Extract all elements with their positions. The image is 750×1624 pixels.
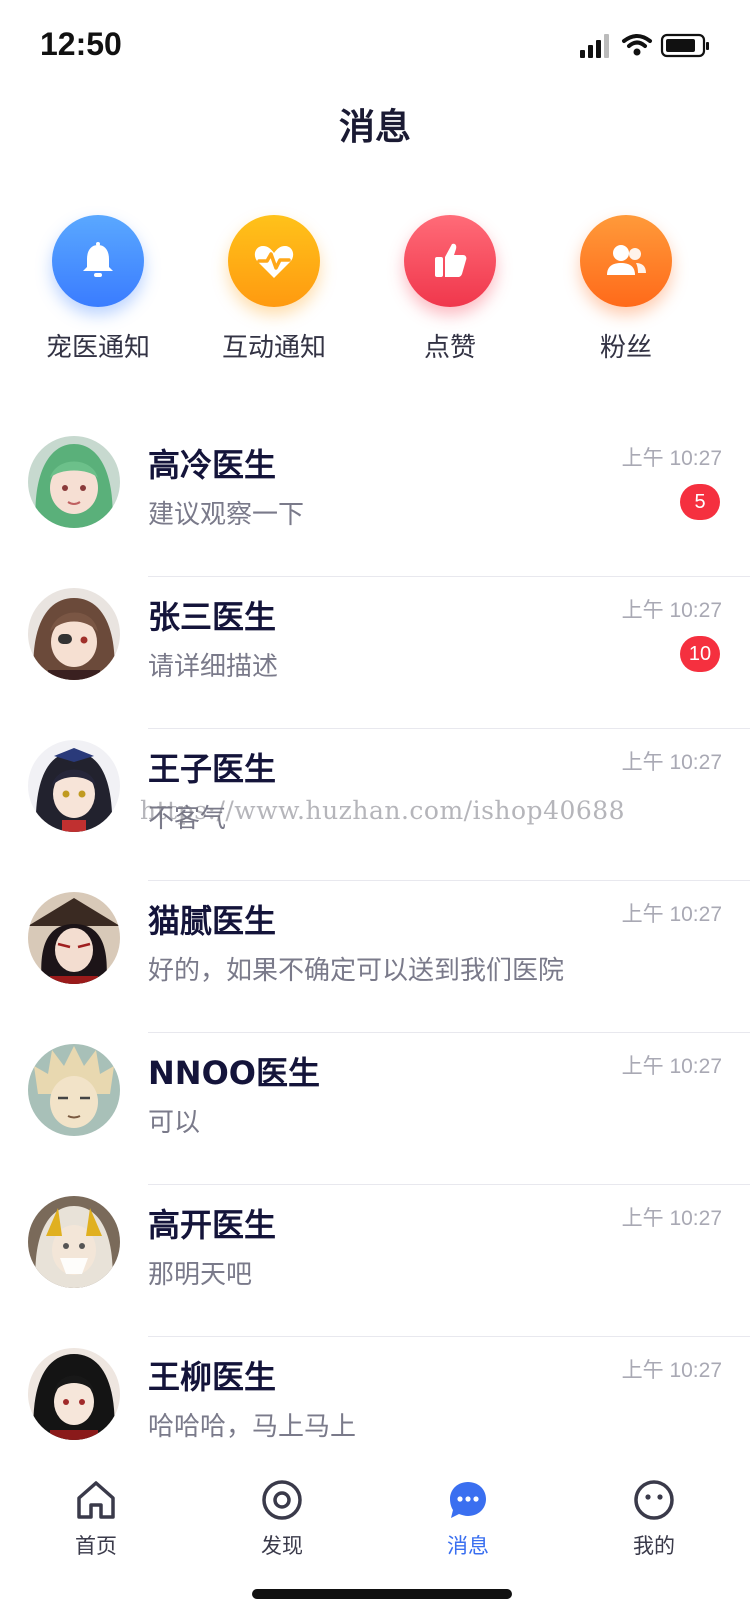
tab-bar: 首页 发现 消息 我的 [0,1462,750,1624]
list-item[interactable]: 高开医生 那明天吧 上午 10:27 [0,1180,750,1337]
home-indicator [252,1589,512,1599]
list-item[interactable]: 高冷医生 建议观察一下 上午 10:27 5 [0,420,750,577]
quick-action-likes[interactable]: 点赞 [360,215,540,364]
message-time: 上午 10:27 [621,447,722,470]
message-preview: 请详细描述 [148,652,279,682]
message-preview: 哈哈哈，马上马上 [148,1412,357,1442]
status-bar: 12:50 [0,0,750,90]
quick-action-label: 点赞 [423,333,476,363]
avatar [28,1348,120,1440]
message-time: 上午 10:27 [621,1359,722,1382]
quick-action-fans[interactable]: 粉丝 [536,215,716,364]
message-preview: 那明天吧 [148,1260,253,1290]
message-time: 上午 10:27 [621,903,722,926]
message-time: 上午 10:27 [621,751,722,774]
message-preview: 好的，如果不确定可以送到我们医院 [148,956,565,986]
heartbeat-icon [228,215,320,307]
message-time: 上午 10:27 [621,1207,722,1230]
contact-name: NNOO医生 [148,1054,320,1092]
profile-icon [632,1478,676,1522]
list-item[interactable]: 张三医生 请详细描述 上午 10:27 10 [0,572,750,729]
status-icons [580,32,720,62]
chat-icon [446,1478,490,1522]
bell-icon [52,215,144,307]
status-time: 12:50 [40,26,122,62]
page-title: 消息 [338,107,411,148]
list-item[interactable]: 猫腻医生 好的，如果不确定可以送到我们医院 上午 10:27 [0,876,750,1033]
quick-actions: 宠医通知 互动通知 点赞 粉丝 [0,215,750,365]
thumbs-up-icon [404,215,496,307]
users-icon [580,215,672,307]
home-icon [74,1478,118,1522]
contact-name: 王柳医生 [148,1358,277,1396]
avatar [28,892,120,984]
quick-action-label: 互动通知 [221,333,326,363]
message-time: 上午 10:27 [621,1055,722,1078]
avatar [28,1196,120,1288]
message-preview: 建议观察一下 [148,500,305,530]
avatar [28,740,120,832]
contact-name: 高开医生 [148,1206,277,1244]
quick-action-label: 宠医通知 [45,333,150,363]
discover-icon [260,1478,304,1522]
tab-label: 发现 [261,1534,303,1558]
quick-action-label: 粉丝 [599,333,652,363]
tab-label: 首页 [75,1534,117,1558]
tab-label: 我的 [633,1534,675,1558]
contact-name: 猫腻医生 [148,902,277,940]
tab-discover[interactable]: 发现 [222,1478,342,1560]
contact-name: 高冷医生 [148,446,277,484]
signal-wifi-battery-icon [580,33,709,58]
watermark-text: https://www.huzhan.com/ishop40688 [140,796,626,825]
message-preview: 可以 [148,1108,201,1138]
contact-name: 张三医生 [148,598,277,636]
tab-label: 消息 [447,1534,489,1558]
avatar [28,1044,120,1136]
avatar [28,436,120,528]
message-time: 上午 10:27 [621,599,722,622]
unread-badge: 5 [680,484,720,520]
unread-badge: 10 [680,636,720,672]
contact-name: 王子医生 [148,750,277,788]
tab-home[interactable]: 首页 [36,1478,156,1560]
quick-action-interaction-notice[interactable]: 互动通知 [184,215,364,364]
quick-action-pet-doctor-notice[interactable]: 宠医通知 [8,215,188,364]
avatar [28,588,120,680]
tab-profile[interactable]: 我的 [594,1478,714,1560]
tab-messages[interactable]: 消息 [408,1478,528,1560]
list-item[interactable]: NNOO医生 可以 上午 10:27 [0,1028,750,1185]
